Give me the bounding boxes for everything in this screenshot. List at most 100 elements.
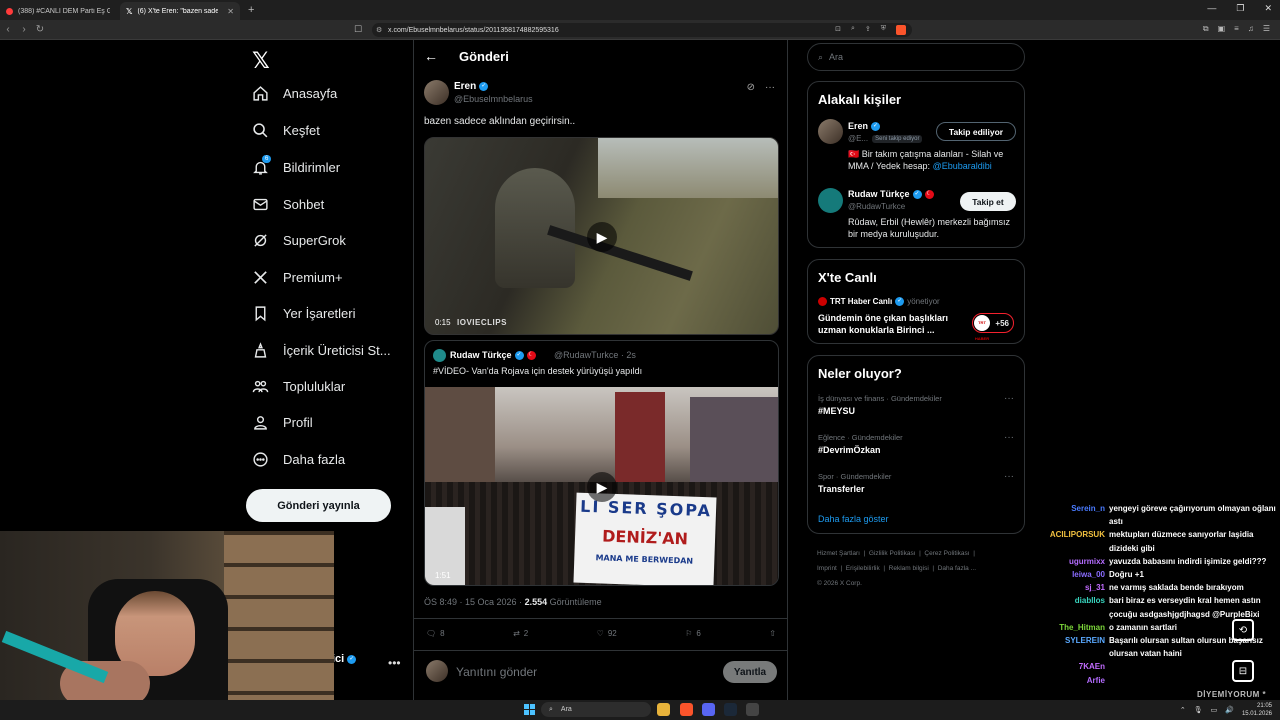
tray-chevron-icon[interactable]: ⌃ — [1180, 706, 1186, 714]
brave-shield-icon[interactable] — [896, 25, 906, 35]
taskbar-clock[interactable]: 21:05 15.01.2026 — [1242, 702, 1272, 718]
more-options-icon[interactable]: ··· — [1004, 393, 1014, 404]
wallet-icon[interactable]: ▣ — [1218, 24, 1226, 34]
footer-link[interactable]: Çerez Politikası — [924, 550, 969, 557]
account-switcher[interactable]: ici ✓ — [332, 653, 357, 665]
repost-button[interactable]: ⇄ 2 — [513, 629, 528, 638]
grok-icon[interactable]: ⊘ — [747, 82, 755, 93]
nav-label: Keşfet — [283, 123, 320, 138]
share-button[interactable]: ⇧ — [769, 629, 776, 638]
nav-bookmarks[interactable]: Yer İşaretleri — [252, 305, 356, 322]
close-window-icon[interactable]: ✕ — [1264, 3, 1272, 14]
post-video[interactable]: ▶ 0:15 IOVIECLIPS — [424, 137, 779, 335]
zoom-icon[interactable]: ⌕ — [851, 25, 855, 35]
following-button[interactable]: Takip ediliyor — [936, 122, 1016, 141]
back-arrow-icon[interactable]: ← — [424, 48, 438, 64]
extensions-bar: ⧉ ▣ ≡ ♫ ☰ — [1203, 24, 1270, 34]
follow-button[interactable]: Takip et — [960, 192, 1016, 211]
music-icon[interactable]: ♫ — [1248, 24, 1254, 34]
author-name-row[interactable]: Eren ✓ — [454, 81, 489, 92]
discord-icon[interactable] — [702, 703, 715, 716]
reply-submit-button[interactable]: Yanıtla — [723, 661, 777, 683]
live-listeners-badge[interactable]: TRT HABER +56 — [972, 313, 1014, 341]
menu-icon[interactable]: ≡ — [1234, 24, 1239, 34]
bookmark-page-icon[interactable]: ☐ — [354, 24, 362, 35]
chat-message: diabllos bari biraz es verseydin kral hem… — [1040, 594, 1280, 620]
x-live-card[interactable]: X'te Canlı TRT Haber Canlı ✓ yönetiyor G… — [807, 259, 1025, 344]
nav-creator-studio[interactable]: İçerik Üreticisi St... — [252, 342, 391, 359]
footer-link[interactable]: Erişilebilirlik — [846, 565, 880, 572]
bio-link[interactable]: @Ebubaraldibi — [933, 161, 992, 171]
footer-link[interactable]: Reklam bilgisi — [889, 565, 929, 572]
obs-icon[interactable] — [746, 703, 759, 716]
site-info-icon[interactable]: ⚙ — [376, 26, 382, 34]
more-options-icon[interactable]: ··· — [1004, 432, 1014, 443]
windows-start-icon[interactable] — [524, 704, 535, 715]
more-options-icon[interactable]: ··· — [1004, 471, 1014, 482]
like-button[interactable]: ♡ 92 — [597, 629, 617, 638]
reply-button[interactable]: 🗨 8 — [426, 629, 445, 638]
taskbar-search[interactable]: ⌕ Ara — [541, 702, 651, 717]
back-nav-icon[interactable]: ‹ — [0, 24, 16, 35]
nav-profile[interactable]: Profil — [252, 414, 313, 431]
trend-name[interactable]: #DevrimÖzkan — [818, 445, 881, 455]
new-tab-button[interactable]: + — [240, 4, 262, 16]
person-bio: Rûdaw, Erbil (Hewlêr) merkezli bağımsız … — [848, 217, 1011, 239]
banner-text: MANA ME BERWEDAN — [595, 553, 694, 566]
steam-icon[interactable] — [724, 703, 737, 716]
reload-icon[interactable]: ↻ — [32, 24, 48, 35]
nav-chat[interactable]: Sohbet — [252, 196, 324, 213]
play-icon[interactable]: ▶ — [587, 472, 617, 502]
reply-input[interactable]: Yanıtını gönder — [456, 665, 537, 679]
mic-icon[interactable]: 🎙 — [1194, 706, 1203, 714]
person-name-row[interactable]: Rudaw Türkçe ✓ ☾ — [848, 189, 934, 199]
post-button[interactable]: Gönderi yayınla — [246, 489, 391, 522]
more-menu-icon[interactable]: ☰ — [1263, 24, 1270, 34]
author-avatar[interactable] — [424, 80, 449, 105]
bookmark-button[interactable]: ⚐ 6 — [685, 629, 701, 638]
footer-link[interactable]: Daha fazla ... — [938, 565, 976, 572]
nav-premium[interactable]: Premium+ — [252, 269, 343, 286]
account-more-icon[interactable]: ••• — [388, 656, 401, 670]
footer-link[interactable]: Gizlilik Politikası — [869, 550, 916, 557]
person-avatar[interactable] — [818, 188, 843, 213]
nav-explore[interactable]: Keşfet — [252, 122, 320, 139]
url-field[interactable]: ⚙ x.com/Ebuselmnbelarus/status/201135817… — [372, 23, 912, 37]
quoted-author-handle: @RudawTurkce · 2s — [554, 350, 636, 360]
quoted-post[interactable]: Rudaw Türkçe ✓ ☾ @RudawTurkce · 2s #VİDE… — [424, 340, 779, 586]
nav-notifications[interactable]: 6 Bildirimler — [252, 155, 340, 176]
volume-icon[interactable]: 🔊 — [1225, 706, 1234, 714]
quoted-video[interactable]: LI SER ŞOPA DENİZ'AN MANA ME BERWEDAN ▶ … — [425, 387, 778, 585]
forward-nav-icon[interactable]: › — [16, 24, 32, 35]
author-handle[interactable]: @Ebuselmnbelarus — [454, 94, 533, 104]
chat-text: o zamanın sartlari — [1109, 622, 1178, 632]
extension-icon[interactable]: ⧉ — [1203, 24, 1209, 34]
brave-browser-icon[interactable] — [680, 703, 693, 716]
maximize-icon[interactable]: ❐ — [1236, 3, 1244, 14]
file-explorer-icon[interactable] — [657, 703, 670, 716]
close-tab-icon[interactable]: ✕ — [227, 7, 234, 16]
search-input[interactable]: ⌕ Ara — [807, 43, 1025, 71]
show-more-link[interactable]: Daha fazla göster — [818, 514, 889, 524]
nav-more[interactable]: Daha fazla — [252, 451, 345, 468]
more-options-icon[interactable]: ··· — [765, 82, 775, 93]
minimize-icon[interactable]: — — [1207, 3, 1216, 14]
nav-supergrok[interactable]: SuperGrok — [252, 232, 346, 249]
footer-link[interactable]: Hizmet Şartları — [817, 550, 860, 557]
trend-name[interactable]: Transferler — [818, 484, 865, 494]
x-home-logo-icon[interactable]: 𝕏 — [252, 48, 270, 74]
share-icon[interactable]: ⇪ — [865, 25, 871, 35]
nav-communities[interactable]: Topluluklar — [252, 378, 345, 395]
shield-icon[interactable]: ⛨ — [881, 25, 886, 35]
install-icon[interactable]: ⊡ — [835, 25, 841, 35]
nav-home[interactable]: Anasayfa — [252, 85, 337, 102]
trend-name[interactable]: #MEYSU — [818, 406, 855, 416]
person-name-row[interactable]: Eren ✓ — [848, 121, 881, 131]
browser-tab-youtube[interactable]: (388) #CANLI DEM Parti Eş Genel Başk — [0, 2, 120, 20]
footer-link[interactable]: Imprint — [817, 565, 837, 572]
browser-tab-x[interactable]: 𝕏 (6) X'te Eren: "bazen sadece akl ✕ — [120, 2, 240, 20]
taskbar-search-label: Ara — [560, 706, 572, 713]
person-avatar[interactable] — [818, 119, 843, 144]
play-icon[interactable]: ▶ — [587, 222, 617, 252]
network-icon[interactable]: ▭ — [1211, 706, 1218, 714]
